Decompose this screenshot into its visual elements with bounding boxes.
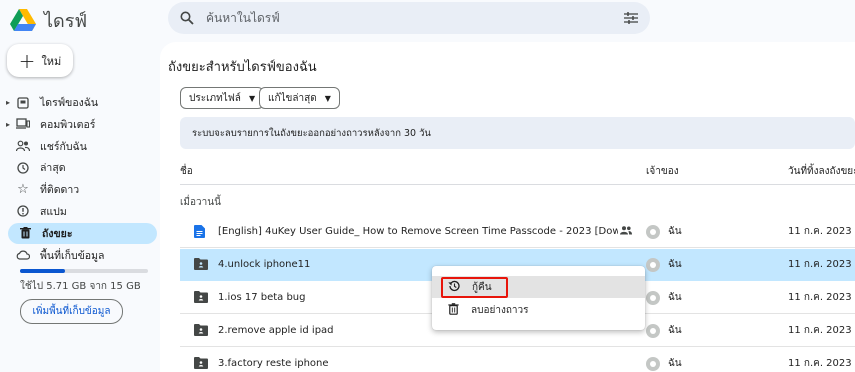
app-title: ไดรฟ์	[44, 11, 88, 32]
plus-icon: +	[18, 48, 36, 73]
section-yesterday: เมื่อวานนี้	[180, 197, 221, 208]
owner-name: ฉัน	[668, 259, 682, 270]
filter-last-modified[interactable]: แก้ไขล่าสุด ▼	[259, 87, 340, 109]
trashed-date: 11 ก.ค. 2023	[788, 325, 852, 336]
file-row[interactable]: 3.factory reste iphone ฉัน 11 ก.ค. 2023	[180, 348, 855, 372]
sidebar-item-starred[interactable]: ☆ ที่ติดดาว	[0, 179, 157, 200]
sidebar-item-label: ถังขยะ	[42, 227, 73, 240]
owner-cell: ฉัน	[646, 356, 682, 371]
column-header-owner[interactable]: เจ้าของ	[646, 164, 679, 179]
sidebar-item-shared[interactable]: แชร์กับฉัน	[0, 136, 157, 157]
avatar	[646, 257, 660, 272]
storage-fill	[20, 269, 65, 273]
google-drive-icon	[10, 9, 36, 31]
shared-folder-icon	[194, 357, 208, 372]
sidebar-item-label: ไดรฟ์ของฉัน	[40, 97, 99, 109]
expand-icon[interactable]: ▸	[6, 98, 16, 107]
sidebar-item-label: สแปม	[40, 205, 67, 218]
trashed-date: 11 ก.ค. 2023	[788, 292, 852, 303]
search-bar[interactable]: ค้นหาในไดรฟ์	[168, 2, 650, 34]
dropdown-arrow-icon: ▼	[248, 93, 256, 103]
spam-icon	[16, 205, 30, 218]
shared-folder-icon	[194, 324, 208, 339]
column-header-trashed-date[interactable]: วันที่ทิ้งลงถังขยะ	[788, 164, 855, 179]
filter-label: ประเภทไฟล์	[189, 92, 241, 104]
owner-cell: ฉัน	[646, 224, 682, 239]
owner-cell: ฉัน	[646, 290, 682, 305]
file-row[interactable]: [English] 4uKey User Guide_ How to Remov…	[180, 216, 855, 248]
search-input[interactable]: ค้นหาในไดรฟ์	[206, 9, 624, 28]
menu-item-delete-forever[interactable]: ลบอย่างถาวร	[432, 299, 645, 321]
new-button[interactable]: + ใหม่	[7, 44, 73, 77]
column-header-name[interactable]: ชื่อ	[180, 164, 193, 179]
filter-file-type[interactable]: ประเภทไฟล์ ▼	[180, 87, 265, 109]
shared-folder-icon	[194, 291, 208, 306]
avatar	[646, 290, 660, 305]
sidebar-item-label: แชร์กับฉัน	[40, 140, 87, 153]
sidebar-item-label: คอมพิวเตอร์	[40, 118, 96, 131]
sidebar-item-label: ที่ติดดาว	[40, 184, 80, 197]
sidebar-item-label: ล่าสุด	[40, 162, 66, 175]
trashed-date: 11 ก.ค. 2023	[788, 358, 852, 369]
trash-notice-banner: ระบบจะลบรายการในถังขยะออกอย่างถาวรหลังจา…	[180, 117, 855, 149]
storage-bar	[20, 269, 148, 273]
sidebar-item-computers[interactable]: ▸ คอมพิวเตอร์	[0, 114, 157, 135]
owner-name: ฉัน	[668, 325, 682, 336]
sidebar-item-recent[interactable]: ล่าสุด	[0, 157, 157, 178]
avatar	[646, 323, 660, 338]
computer-icon	[16, 118, 30, 130]
get-more-storage-button[interactable]: เพิ่มพื้นที่เก็บข้อมูล	[20, 299, 123, 324]
sidebar-item-trash[interactable]: ถังขยะ	[8, 222, 157, 244]
search-icon[interactable]	[180, 11, 194, 25]
cloud-icon	[16, 250, 30, 260]
file-name: [English] 4uKey User Guide_ How to Remov…	[218, 226, 618, 237]
context-menu: กู้คืน ลบอย่างถาวร	[432, 266, 645, 330]
restore-icon	[448, 280, 460, 295]
google-docs-icon	[194, 225, 205, 241]
my-drive-icon	[16, 96, 30, 109]
sidebar-item-my-drive[interactable]: ▸ ไดรฟ์ของฉัน	[0, 92, 157, 113]
search-options-icon[interactable]	[624, 12, 638, 24]
shared-icon	[16, 140, 30, 152]
sidebar-item-label: พื้นที่เก็บข้อมูล	[40, 249, 105, 262]
sidebar-nav: ▸ ไดรฟ์ของฉัน ▸ คอมพิวเตอร์ แชร์กับฉัน ล…	[0, 92, 157, 266]
sidebar-item-storage[interactable]: พื้นที่เก็บข้อมูล	[0, 245, 157, 266]
clock-icon	[16, 162, 30, 174]
owner-cell: ฉัน	[646, 323, 682, 338]
star-icon: ☆	[17, 182, 29, 198]
menu-item-label: ลบอย่างถาวร	[471, 304, 529, 316]
new-button-label: ใหม่	[41, 54, 62, 68]
drive-logo[interactable]: ไดรฟ์	[10, 6, 87, 35]
file-name: 3.factory reste iphone	[218, 358, 329, 369]
owner-name: ฉัน	[668, 226, 682, 237]
avatar	[646, 356, 660, 371]
menu-item-restore[interactable]: กู้คืน	[432, 276, 645, 298]
owner-name: ฉัน	[668, 292, 682, 303]
delete-forever-icon	[448, 302, 459, 318]
page-title: ถังขยะสำหรับไดรฟ์ของฉัน	[168, 60, 317, 75]
filter-label: แก้ไขล่าสุด	[268, 92, 317, 104]
owner-name: ฉัน	[668, 358, 682, 369]
storage-usage-text: ใช้ไป 5.71 GB จาก 15 GB	[20, 281, 141, 292]
shared-folder-icon	[194, 258, 208, 273]
menu-item-label: กู้คืน	[472, 281, 492, 293]
owner-cell: ฉัน	[646, 257, 682, 272]
header-divider	[180, 184, 855, 185]
shared-people-icon	[620, 226, 632, 238]
avatar	[646, 224, 660, 239]
trash-icon	[18, 227, 32, 239]
sidebar-item-spam[interactable]: สแปม	[0, 201, 157, 222]
trashed-date: 11 ก.ค. 2023	[788, 226, 852, 237]
dropdown-arrow-icon: ▼	[324, 93, 331, 103]
trashed-date: 11 ก.ค. 2023	[788, 259, 852, 270]
expand-icon[interactable]: ▸	[6, 120, 16, 129]
